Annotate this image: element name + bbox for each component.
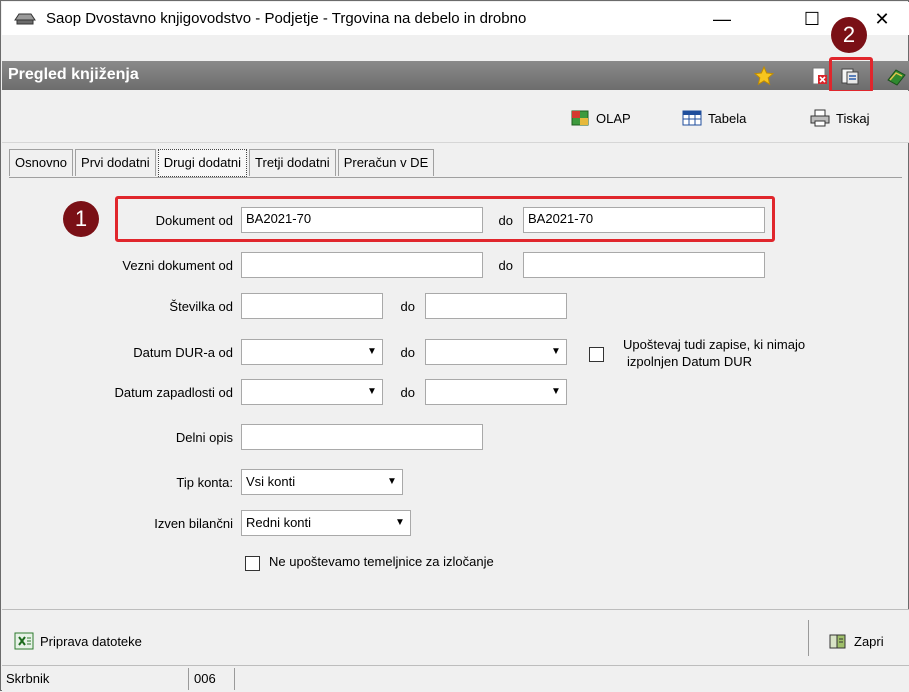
tip-konta-label: Tip konta: [176, 475, 233, 490]
annotation-highlight-dokument [115, 196, 775, 242]
tab-drugi-dodatni[interactable]: Drugi dodatni [157, 149, 248, 177]
upostevaj-label-line2: izpolnjen Datum DUR [627, 354, 752, 369]
temeljnice-checkbox[interactable] [245, 556, 260, 571]
tab-bar: Osnovno Prvi dodatni Drugi dodatni Tretj… [9, 149, 436, 177]
app-icon [14, 13, 36, 25]
priprava-datoteke-label: Priprava datoteke [40, 633, 142, 649]
vezni-do-label: do [498, 258, 513, 273]
upostevaj-checkbox[interactable] [589, 347, 604, 362]
footer-bar: Priprava datoteke Zapri [2, 609, 909, 666]
priprava-datoteke-button[interactable]: Priprava datoteke [14, 632, 142, 650]
chevron-down-icon[interactable]: ▼ [390, 511, 410, 535]
module-header: Pregled knjiženja [2, 61, 909, 90]
vezni-label: Vezni dokument od [122, 258, 233, 273]
book-icon[interactable] [886, 66, 906, 86]
zapri-button[interactable]: Zapri [828, 632, 884, 650]
tab-prvi-dodatni[interactable]: Prvi dodatni [75, 149, 156, 176]
page-title: Pregled knjiženja [8, 66, 139, 83]
olap-label: OLAP [596, 110, 631, 126]
izven-bilancni-value: Redni konti [246, 515, 312, 530]
olap-cube-icon [571, 110, 589, 126]
zapadlost-label: Datum zapadlosti od [114, 385, 233, 400]
annotation-badge-2: 2 [831, 17, 867, 53]
tab-osnovno[interactable]: Osnovno [9, 149, 74, 176]
zapadlost-from-select[interactable]: ▼ [241, 379, 383, 405]
chevron-down-icon[interactable]: ▼ [382, 470, 402, 494]
chevron-down-icon[interactable]: ▼ [362, 340, 382, 364]
minimize-button[interactable]: — [702, 4, 742, 34]
window-title: Saop Dvostavno knjigovodstvo - Podjetje … [46, 10, 527, 27]
tiskaj-label: Tiskaj [836, 110, 870, 126]
status-divider [234, 668, 235, 690]
status-code: 006 [194, 671, 216, 686]
zapadlost-do-label: do [400, 385, 415, 400]
status-user: Skrbnik [6, 671, 50, 686]
stevilka-from-input[interactable] [241, 293, 383, 319]
chevron-down-icon[interactable]: ▼ [546, 380, 566, 404]
close-button[interactable]: ✕ [862, 4, 902, 34]
tabela-label: Tabela [708, 110, 747, 126]
zapadlost-to-select[interactable]: ▼ [425, 379, 567, 405]
izven-bilancni-label: Izven bilančni [154, 516, 233, 531]
stevilka-do-label: do [400, 299, 415, 314]
maximize-button[interactable]: ☐ [792, 4, 832, 34]
favorite-star-icon[interactable] [754, 66, 774, 86]
annotation-highlight-icon [829, 57, 873, 93]
datum-dur-from-select[interactable]: ▼ [241, 339, 383, 365]
olap-button[interactable]: OLAP [570, 107, 631, 129]
upostevaj-label-line1: Upoštevaj tudi zapise, ki nimajo [623, 337, 806, 352]
datum-dur-to-select[interactable]: ▼ [425, 339, 567, 365]
excel-file-icon [14, 632, 34, 650]
tab-preracun-v-de[interactable]: Preračun v DE [337, 149, 435, 176]
status-divider [188, 668, 189, 690]
chevron-down-icon[interactable]: ▼ [362, 380, 382, 404]
close-book-icon [829, 634, 846, 649]
vezni-to-input[interactable] [523, 252, 765, 278]
title-bar: Saop Dvostavno knjigovodstvo - Podjetje … [2, 2, 909, 35]
delni-opis-label: Delni opis [175, 430, 233, 445]
footer-divider [808, 620, 809, 656]
tabela-button[interactable]: Tabela [682, 107, 746, 129]
status-bar: Skrbnik 006 [2, 665, 909, 692]
table-icon [682, 110, 702, 126]
tab-tretji-dodatni[interactable]: Tretji dodatni [249, 149, 336, 176]
vezni-from-input[interactable] [241, 252, 483, 278]
temeljnice-label: Ne upoštevamo temeljnice za izločanje [269, 554, 494, 569]
tip-konta-select[interactable]: Vsi konti ▼ [241, 469, 403, 495]
tiskaj-button[interactable]: Tiskaj [810, 107, 869, 129]
delete-document-icon[interactable] [810, 66, 830, 86]
stevilka-to-input[interactable] [425, 293, 567, 319]
delni-opis-input[interactable] [241, 424, 483, 450]
zapri-label: Zapri [854, 633, 884, 649]
datum-dur-do-label: do [400, 345, 415, 360]
toolbar: OLAP Tabela Tiskaj [2, 91, 909, 143]
annotation-badge-1: 1 [63, 201, 99, 237]
chevron-down-icon[interactable]: ▼ [546, 340, 566, 364]
printer-icon [810, 109, 830, 127]
izven-bilancni-select[interactable]: Redni konti ▼ [241, 510, 411, 536]
tip-konta-value: Vsi konti [246, 474, 296, 489]
window: Saop Dvostavno knjigovodstvo - Podjetje … [0, 0, 909, 692]
datum-dur-label: Datum DUR-a od [133, 345, 233, 360]
stevilka-label: Številka od [169, 299, 233, 314]
